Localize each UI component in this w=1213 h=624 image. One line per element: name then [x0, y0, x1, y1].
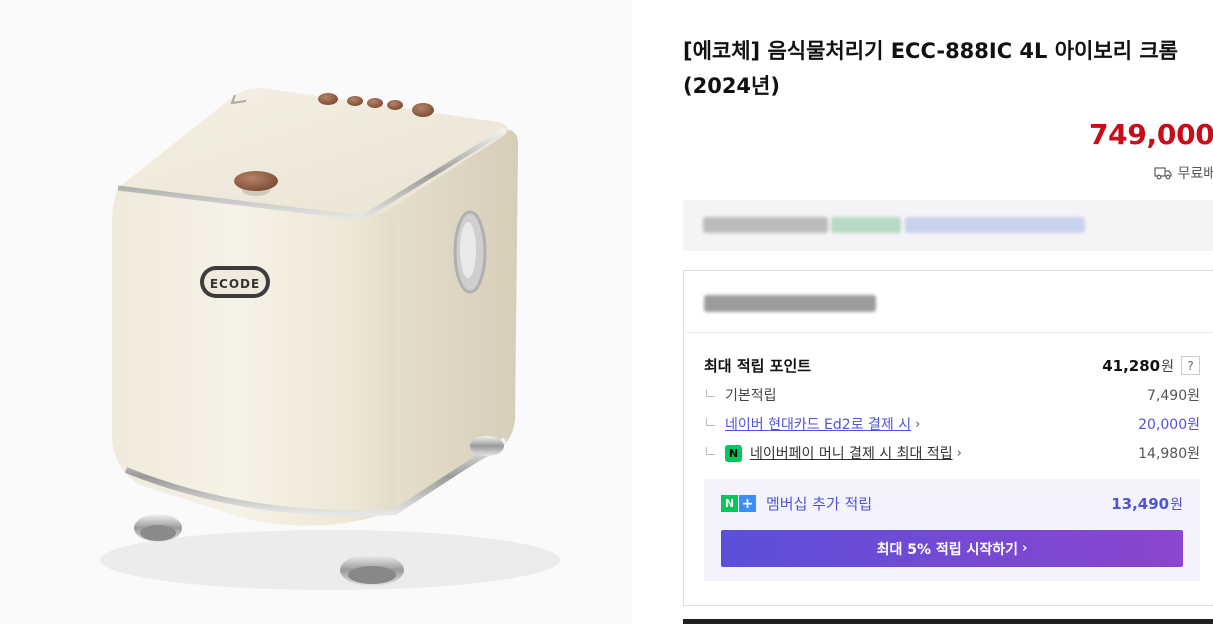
max-point-value: 41,280 — [1102, 356, 1161, 375]
product-info-panel: [에코체] 음식물처리기 ECC-888IC 4L 아이보리 크롬 (2024년… — [683, 0, 1213, 624]
won-unit: 원 — [1161, 358, 1174, 375]
basic-point-row: 기본적립 7,490원 — [706, 385, 1200, 405]
membership-left: N + 멤버십 추가 적립 — [721, 493, 872, 514]
blurred-notice-text — [703, 217, 828, 233]
membership-value-group: 13,490 원 — [1111, 494, 1183, 514]
card-point-row[interactable]: 네이버 현대카드 Ed2로 결제 시 › 20,000원 — [706, 414, 1200, 434]
chevron-right-icon: › — [956, 445, 962, 461]
sale-price: 749,000 — [1089, 118, 1213, 151]
npay-point-link[interactable]: 네이버페이 머니 결제 시 최대 적립 — [750, 443, 953, 463]
shipping-label: 무료배송 — [1177, 166, 1213, 182]
notice-banner[interactable] — [683, 200, 1213, 251]
max-point-row: 최대 적립 포인트 41,280 원 ? — [704, 355, 1200, 376]
benefit-header — [684, 271, 1213, 333]
start-membership-label: 최대 5% 적립 시작하기 — [876, 541, 1019, 558]
product-image[interactable]: ECODE — [0, 0, 632, 624]
tree-branch-icon — [706, 446, 715, 455]
chevron-right-icon: › — [1022, 541, 1028, 556]
help-button[interactable]: ? — [1181, 356, 1200, 375]
naver-n-badge: N — [721, 495, 738, 512]
tree-branch-icon — [706, 388, 715, 397]
card-point-left: 네이버 현대카드 Ed2로 결제 시 › — [706, 414, 920, 434]
blurred-notice-text — [905, 217, 1085, 233]
shipping-info: 무료배송 — [1154, 163, 1213, 183]
basic-point-left: 기본적립 — [706, 385, 777, 405]
naver-plus-icon: N + — [721, 495, 756, 512]
membership-value: 13,490 — [1111, 494, 1170, 513]
naverpay-icon: N — [725, 444, 742, 462]
card-point-value: 20,000원 — [1138, 417, 1200, 433]
npay-point-row[interactable]: N 네이버페이 머니 결제 시 최대 적립 › 14,980원 — [706, 443, 1200, 463]
truck-icon — [1154, 167, 1173, 180]
chevron-right-icon: › — [915, 416, 921, 432]
blurred-notice-text — [831, 217, 901, 233]
npay-point-left: N 네이버페이 머니 결제 시 최대 적립 › — [706, 443, 962, 463]
product-title: [에코체] 음식물처리기 ECC-888IC 4L 아이보리 크롬 (2024년… — [683, 39, 1178, 98]
price-row: 749,000 원 — [1089, 118, 1213, 151]
membership-row: N + 멤버십 추가 적립 13,490 원 — [721, 493, 1183, 514]
svg-text:ECODE: ECODE — [210, 277, 260, 291]
membership-box: N + 멤버십 추가 적립 13,490 원 최대 5% 적립 시작하기 › — [704, 479, 1200, 581]
won-unit: 원 — [1170, 496, 1183, 513]
max-point-label: 최대 적립 포인트 — [704, 357, 812, 375]
food-waste-disposer-illustration: ECODE — [100, 88, 560, 590]
npay-point-value: 14,980원 — [1138, 446, 1200, 462]
benefit-box: 최대 적립 포인트 41,280 원 ? 기본적립 7,490원 네이버 현대카… — [683, 270, 1213, 606]
basic-point-label: 기본적립 — [725, 388, 777, 404]
membership-label: 멤버십 추가 적립 — [766, 495, 873, 513]
plus-badge: + — [739, 495, 756, 512]
tree-branch-icon — [706, 417, 715, 426]
start-membership-button[interactable]: 최대 5% 적립 시작하기 › — [721, 530, 1183, 567]
bottom-divider — [683, 619, 1213, 624]
max-point-value-group: 41,280 원 ? — [1102, 356, 1200, 376]
blurred-heading — [704, 295, 876, 312]
card-point-link[interactable]: 네이버 현대카드 Ed2로 결제 시 — [725, 414, 911, 434]
basic-point-value: 7,490원 — [1147, 388, 1200, 404]
